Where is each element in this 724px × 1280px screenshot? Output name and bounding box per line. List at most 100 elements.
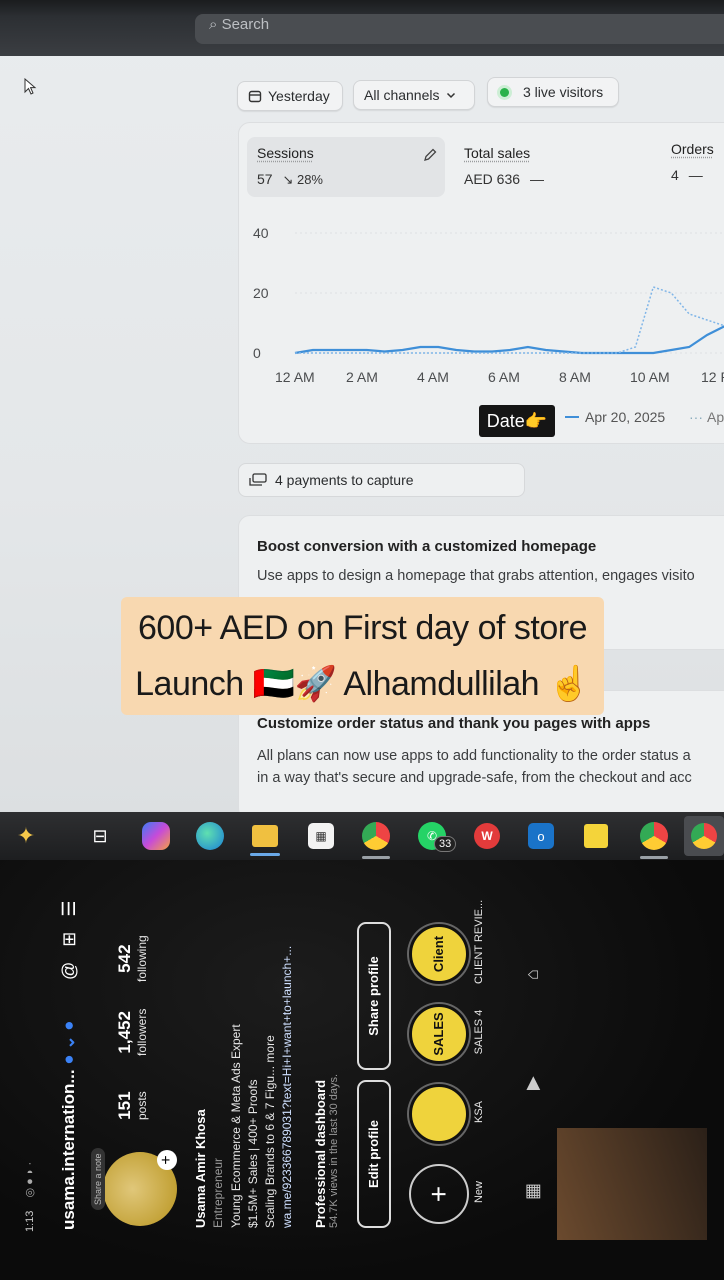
outlook-icon[interactable]: o (528, 823, 554, 849)
legend-secondary: ··· Ap (689, 409, 724, 425)
highlight-client-reviews[interactable]: Client CLIENT REVIE... (409, 899, 485, 984)
search-input[interactable]: ⌕ Search (195, 14, 724, 44)
highlight-label: KSA (473, 1101, 485, 1124)
stat-followers[interactable]: 1,452 followers (115, 1009, 149, 1056)
monitor-screen: ⌕ Search Yesterday All channels 3 live v… (0, 0, 724, 815)
bio-line-2: $1.5M+ Sales | 400+ Proofs (246, 1079, 260, 1228)
verified-dot-icon: ● ⌄ ● (59, 1020, 78, 1065)
chrome-icon[interactable] (362, 822, 390, 859)
channels-dropdown[interactable]: All channels (353, 80, 475, 110)
metric-sessions-label: Sessions (257, 145, 314, 161)
username[interactable]: usama.internation... ● ⌄ ● (59, 1020, 79, 1230)
posts-label: posts (135, 1091, 149, 1120)
share-note-bubble[interactable]: Share a note (91, 1148, 105, 1210)
x-tick-label: 6 AM (488, 369, 520, 385)
copilot-app-icon[interactable] (142, 822, 170, 850)
following-label: following (135, 935, 149, 982)
bio-line-3: Scaling Brands to 6 & 7 Figu... more (263, 1035, 277, 1228)
metric-orders[interactable]: Orders 4 — (671, 141, 714, 183)
x-tick-label: 10 AM (630, 369, 670, 385)
metric-sales-change: — (529, 171, 544, 187)
followers-label: followers (135, 1008, 149, 1056)
pencil-icon[interactable] (422, 147, 438, 163)
payment-icon (249, 473, 267, 486)
status-icons: ◎ ● ◗ · (24, 1161, 36, 1198)
chrome-profile-icon[interactable] (640, 822, 668, 859)
task-view-icon[interactable]: ⊟ (84, 820, 116, 852)
professional-dashboard[interactable]: Professional dashboard 54.7K views in th… (313, 928, 340, 1228)
menu-icon[interactable]: ☰ (59, 900, 79, 916)
status-desc-line2: in a way that's secure and upgrade-safe,… (257, 770, 692, 786)
highlight-cover (409, 1084, 469, 1144)
metric-sessions-change: ↘ 28% (282, 172, 323, 187)
highlight-add-icon: + (409, 1164, 469, 1224)
post-thumbnail[interactable] (557, 1128, 707, 1240)
phone-instagram-profile: 1:13 ◎ ● ◗ · usama.internation... ● ⌄ ● … (0, 860, 724, 1280)
y-tick-label: 20 (253, 285, 269, 301)
add-story-icon[interactable]: + (157, 1150, 177, 1170)
store-icon[interactable]: ▦ (308, 823, 334, 849)
profile-category: Entrepreneur (211, 1157, 225, 1228)
boost-title: Boost conversion with a customized homep… (257, 538, 597, 555)
metric-orders-label: Orders (671, 141, 714, 157)
metric-sessions-value: 57 (257, 171, 273, 187)
metric-sessions[interactable]: Sessions 57 ↘ 28% (247, 137, 445, 197)
x-tick-label: 2 AM (346, 369, 378, 385)
chrome-profile-icon-2[interactable] (684, 816, 724, 856)
date-range-label: Yesterday (268, 88, 330, 104)
x-tick-label: 4 AM (417, 369, 449, 385)
x-tick-label: 12 AM (275, 369, 315, 385)
stat-following[interactable]: 542 following (115, 935, 149, 982)
live-visitors-button[interactable]: 3 live visitors (487, 77, 619, 107)
threads-icon[interactable]: @ (59, 962, 79, 980)
followers-count: 1,452 (115, 1011, 134, 1054)
reels-tab-icon[interactable]: ▶ (522, 1076, 543, 1090)
dashboard-title: Professional dashboard (313, 1079, 328, 1228)
bio-line-1: Young Ecommerce & Meta Ads Expert (229, 1024, 243, 1228)
windows-taskbar: ✦ ⊟ ▦ ✆ 33 W o (0, 812, 724, 860)
edit-profile-button[interactable]: Edit profile (357, 1080, 391, 1228)
metric-orders-change: — (688, 167, 703, 183)
tagged-tab-icon[interactable]: ⌂ (522, 969, 543, 980)
share-profile-button[interactable]: Share profile (357, 922, 391, 1070)
mouse-cursor-icon (24, 78, 37, 95)
bio-link[interactable]: wa.me/923366789031?text=Hi+I+want+to+lau… (280, 946, 294, 1228)
add-post-icon[interactable]: ⊞ (59, 932, 79, 947)
grid-tab-icon[interactable]: ▦ (522, 1183, 543, 1200)
whatsapp-badge: 33 (434, 836, 457, 852)
copilot-sparkle-icon[interactable]: ✦ (4, 820, 48, 852)
status-bar: 1:13 ◎ ● ◗ · (23, 1162, 36, 1232)
caption-line-2: Launch 🇦🇪🚀 Alhamdullilah ☝️ (135, 665, 590, 703)
payments-banner[interactable]: 4 payments to capture (238, 463, 525, 497)
highlight-new[interactable]: + New (409, 1160, 485, 1224)
profile-name: Usama Amir Khosa (193, 1109, 208, 1228)
search-icon: ⌕ (209, 16, 222, 33)
x-tick-label: 12 P (701, 369, 724, 385)
legend-primary-label: Apr 20, 2025 (585, 409, 666, 425)
highlight-label: CLIENT REVIE... (473, 899, 485, 984)
file-explorer-icon[interactable] (250, 825, 280, 856)
highlight-cover: Client (409, 924, 469, 984)
dashboard-subtitle: 54.7K views in the last 30 days. (328, 1073, 340, 1228)
whatsapp-icon[interactable]: ✆ 33 (418, 822, 457, 852)
date-range-button[interactable]: Yesterday (237, 81, 343, 111)
live-dot-icon (500, 87, 509, 97)
active-indicator (250, 853, 280, 856)
legend-primary-swatch (565, 416, 579, 418)
metric-total-sales[interactable]: Total sales AED 636 — (464, 145, 544, 187)
sticky-notes-icon[interactable] (584, 824, 608, 848)
analytics-card: 40 20 0 12 AM 2 AM 4 AM 6 AM 8 AM 10 AM 12 P Sess… (238, 122, 724, 444)
header-actions: @ ⊞ ☰ (59, 900, 80, 980)
edge-icon[interactable] (196, 822, 224, 850)
search-placeholder: Search (221, 16, 270, 33)
stat-posts[interactable]: 151 posts (115, 1091, 149, 1120)
highlight-ksa[interactable]: KSA (409, 1080, 485, 1144)
comparison-series-line (295, 286, 724, 354)
posts-count: 151 (115, 1091, 134, 1120)
caption-line-1: 600+ AED on First day of store (138, 609, 587, 647)
date-sticker: Date👉 (479, 405, 555, 437)
wps-office-icon[interactable]: W (474, 823, 500, 849)
admin-topbar: ⌕ Search (0, 0, 724, 56)
status-time: 1:13 (24, 1210, 36, 1232)
highlight-sales[interactable]: SALES SALES 4 (409, 1000, 485, 1064)
